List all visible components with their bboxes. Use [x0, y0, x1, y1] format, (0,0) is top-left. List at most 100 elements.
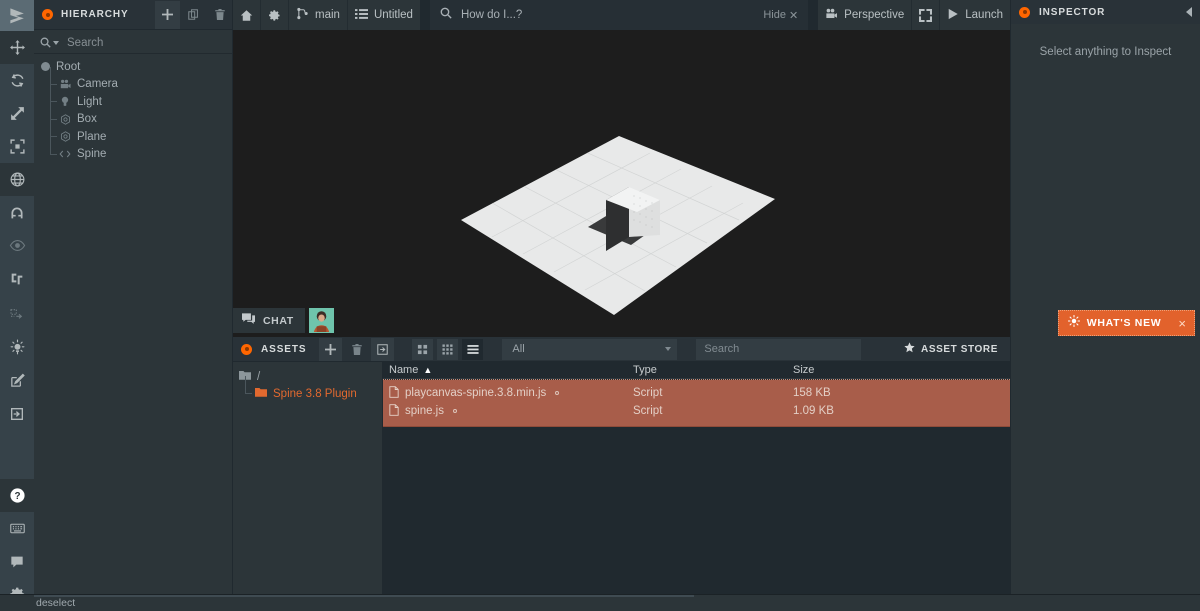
chat-button[interactable]: CHAT [233, 308, 305, 333]
add-asset-button[interactable] [319, 337, 343, 361]
tree-item-label: Camera [77, 78, 118, 91]
fullscreen-button[interactable] [912, 0, 941, 30]
folder-label: Spine 3.8 Plugin [273, 387, 357, 400]
assets-panel: ASSETS All Search ASSET STORE / Spine 3.… [233, 337, 1010, 601]
branch-icon [296, 7, 309, 23]
camera-icon [825, 8, 838, 23]
focus-tool-icon[interactable] [0, 130, 34, 163]
camera-perspective-button[interactable]: Perspective [818, 0, 913, 30]
folder-item-root[interactable]: / [233, 368, 382, 385]
large-grid-view-button[interactable] [437, 338, 459, 360]
scene-settings-button[interactable] [261, 0, 289, 30]
asset-name: spine.js [405, 405, 444, 417]
tree-item-spine[interactable]: Spine [34, 136, 232, 164]
tree-item-label: Light [77, 95, 102, 108]
visibility-eye-icon[interactable] [0, 229, 34, 262]
column-header-name[interactable]: Name ▲ [383, 364, 633, 376]
chat-bar: CHAT [233, 308, 334, 333]
help-search-input[interactable] [460, 9, 755, 21]
table-row[interactable]: playcanvas-spine.3.8.min.js Script 158 K… [383, 384, 1010, 402]
chat-bubble-icon [242, 313, 255, 328]
add-entity-button[interactable] [155, 0, 180, 29]
column-header-type[interactable]: Type [633, 364, 793, 376]
lightmap-icon[interactable] [0, 331, 34, 364]
asset-filter-value: All [512, 343, 525, 355]
keyboard-shortcuts-icon[interactable] [0, 512, 34, 545]
hide-search-button[interactable]: Hide ✕ [763, 9, 798, 22]
world-space-icon[interactable] [0, 163, 34, 196]
small-grid-view-button[interactable] [412, 338, 434, 360]
delete-asset-button[interactable] [345, 338, 368, 361]
duplicate-entity-button[interactable] [181, 1, 206, 29]
inspector-title: INSPECTOR [1039, 6, 1106, 18]
asset-folder-tree: / Spine 3.8 Plugin [233, 362, 383, 601]
inspector-panel: INSPECTOR Select anything to Inspect [1010, 0, 1200, 601]
sparkle-icon [1067, 314, 1080, 332]
whats-new-banner[interactable]: WHAT'S NEW × [1057, 310, 1195, 336]
feedback-chat-icon[interactable] [0, 545, 34, 578]
branch-button[interactable]: main [289, 0, 348, 30]
tree-item-label: Spine [77, 148, 107, 161]
tree-item-root[interactable]: Root [34, 58, 232, 76]
snap-magnet-icon[interactable] [0, 196, 34, 229]
folder-item-spine-plugin[interactable]: Spine 3.8 Plugin [233, 376, 382, 402]
launch-button[interactable]: Launch [940, 0, 1010, 30]
asset-list-header: Name ▲ Type Size [383, 362, 1010, 379]
asset-size: 1.09 KB [793, 405, 834, 417]
scene-label: Untitled [373, 9, 413, 21]
scene-selector-button[interactable]: Untitled [348, 0, 420, 30]
list-view-button[interactable] [462, 338, 484, 360]
history-icon[interactable] [0, 298, 34, 331]
column-header-size[interactable]: Size [793, 364, 933, 376]
hierarchy-search-input[interactable] [67, 36, 226, 49]
asset-name: playcanvas-spine.3.8.min.js [405, 387, 547, 399]
3d-viewport[interactable] [233, 30, 1010, 337]
playcanvas-editor: ? HIERARCHY Search Root Camera Light Box… [0, 0, 1200, 611]
home-button[interactable] [233, 0, 261, 30]
tree-item-plane[interactable]: Plane [34, 119, 232, 146]
tree-item-camera[interactable]: Camera [34, 66, 232, 94]
tree-item-box[interactable]: Box [34, 101, 232, 129]
asset-search-input[interactable] [704, 343, 854, 355]
assets-title: ASSETS [261, 343, 307, 355]
playcanvas-logo-icon[interactable] [0, 0, 34, 31]
asset-store-label: ASSET STORE [921, 343, 998, 355]
avatar[interactable] [308, 308, 334, 333]
script-code-icon [58, 149, 72, 159]
hierarchy-search-row[interactable] [34, 32, 232, 54]
folder-label: / [257, 370, 261, 383]
launch-label: Launch [965, 9, 1003, 21]
status-bar: deselect [0, 594, 1200, 611]
toolbar-right-group: Perspective Launch [818, 0, 1010, 30]
hierarchy-header: HIERARCHY [34, 0, 232, 30]
scale-tool-icon[interactable] [0, 97, 34, 130]
close-icon[interactable]: × [1178, 316, 1186, 331]
edit-icon[interactable] [0, 364, 34, 397]
duplicate-asset-button[interactable] [371, 337, 395, 361]
tree-item-light[interactable]: Light [34, 84, 232, 111]
hide-label: Hide [763, 9, 786, 21]
play-icon [947, 8, 959, 23]
model-mesh-icon [58, 114, 72, 125]
asset-status-dot-icon [555, 391, 560, 395]
asset-store-button[interactable]: ASSET STORE [898, 342, 1004, 356]
help-icon[interactable]: ? [0, 479, 34, 512]
delete-entity-button[interactable] [207, 1, 232, 29]
search-icon [40, 37, 51, 48]
asset-type-filter-select[interactable]: All [502, 338, 678, 360]
import-icon[interactable] [0, 397, 34, 430]
status-bar-divider [34, 595, 694, 597]
asset-status-dot-icon [453, 409, 457, 413]
assets-body: / Spine 3.8 Plugin Name ▲ Type Size play… [233, 362, 1010, 601]
translate-tool-icon[interactable] [0, 31, 34, 64]
grid-toggle-icon[interactable] [0, 262, 34, 295]
scene-render [233, 30, 1010, 337]
collapse-panel-icon[interactable] [1186, 7, 1192, 17]
help-search-box[interactable]: Hide ✕ [429, 0, 809, 30]
hierarchy-status-dot-icon [42, 9, 53, 20]
table-row[interactable]: spine.js Script 1.09 KB [383, 402, 1010, 420]
search-filter-caret-icon[interactable] [53, 40, 59, 45]
rotate-tool-icon[interactable] [0, 64, 34, 97]
branch-label: main [315, 9, 340, 21]
asset-search-box[interactable] [696, 338, 862, 360]
